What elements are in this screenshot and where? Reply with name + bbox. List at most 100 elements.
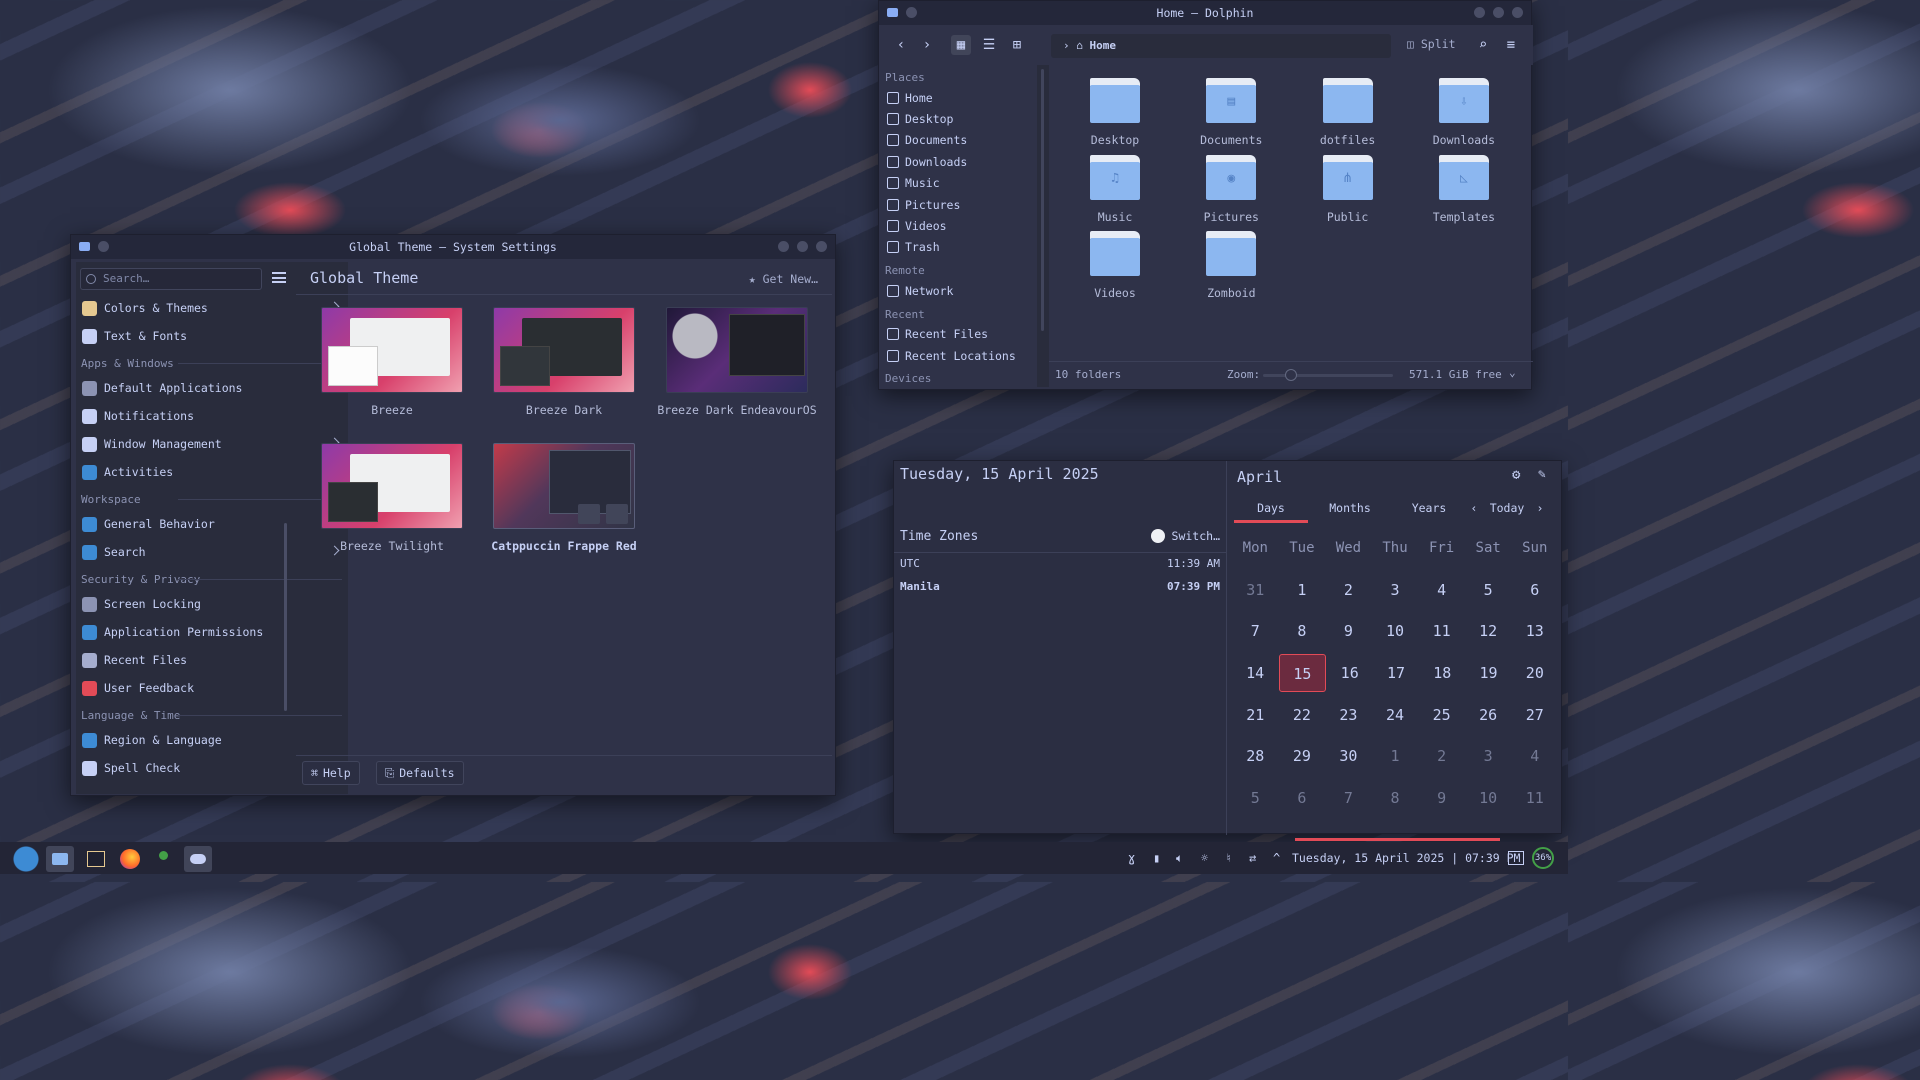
calendar-day[interactable]: 24 [1373,696,1418,734]
calendar-day[interactable]: 2 [1326,571,1371,609]
icons-view-button[interactable]: ▦ [951,35,971,55]
place-item[interactable]: Network [879,280,1037,301]
calendar-day[interactable]: 9 [1419,779,1464,817]
tab-months[interactable]: Months [1308,495,1392,523]
today-button[interactable]: Today [1482,495,1532,523]
calendar-day[interactable]: 6 [1512,571,1557,609]
terminal-icon[interactable] [82,846,110,872]
place-item[interactable]: Documents [879,130,1037,151]
place-item[interactable]: Recent Files [879,324,1037,345]
place-item[interactable]: Desktop [879,108,1037,129]
calendar-day[interactable]: 26 [1466,696,1511,734]
place-item[interactable]: Recent Locations [879,345,1037,366]
calendar-day[interactable]: 8 [1280,612,1325,650]
maximize-button[interactable] [1493,7,1504,18]
configure-icon[interactable]: ⚙ [1512,467,1520,483]
calendar-day[interactable]: 27 [1512,696,1557,734]
volume-icon[interactable]: 🔈︎ [1176,851,1183,866]
calendar-day[interactable]: 23 [1326,696,1371,734]
kde-connect-icon[interactable]: ɣ [1128,851,1135,865]
firefox-icon[interactable] [116,846,144,872]
minimize-button[interactable] [1474,7,1485,18]
theme-thumb-breeze-twilight[interactable] [321,443,463,529]
calendar-day[interactable]: 3 [1466,737,1511,775]
calendar-day[interactable]: 21 [1233,696,1278,734]
calendar-day[interactable]: 1 [1280,571,1325,609]
get-new-button[interactable]: ★ Get New… [749,272,818,286]
show-desktop-icon[interactable] [1508,851,1524,865]
joystick-icon[interactable] [150,846,178,872]
clipboard-icon[interactable]: ▮ [1153,851,1160,865]
previous-month-button[interactable]: ‹ [1466,495,1482,523]
calendar-day[interactable]: 20 [1513,654,1557,692]
calendar-day[interactable]: 29 [1280,737,1325,775]
theme-thumb-breeze-dark[interactable] [493,307,635,393]
folder-item[interactable]: Videos [1057,231,1173,300]
folder-item[interactable]: ⇩ Downloads [1406,78,1522,147]
zoom-slider[interactable] [1263,369,1393,381]
search-input[interactable]: Search… [80,268,262,290]
pin-icon[interactable]: ✎ [1538,467,1546,482]
breadcrumb-home[interactable]: Home [1090,39,1117,52]
folder-item[interactable]: dotfiles [1290,78,1406,147]
panel-splitter[interactable] [1037,65,1049,387]
settings-icon[interactable] [184,846,212,872]
calendar-day[interactable]: 5 [1233,779,1278,817]
calendar-day[interactable]: 4 [1419,571,1464,609]
calendar-day[interactable]: 31 [1233,571,1278,609]
calendar-day[interactable]: 11 [1419,612,1464,650]
calendar-day[interactable]: 4 [1512,737,1557,775]
close-button[interactable] [816,241,827,252]
calendar-day[interactable]: 11 [1512,779,1557,817]
clock[interactable]: Tuesday, 15 April 2025 | 07:39 PM [1292,851,1520,865]
folder-item[interactable]: Zomboid [1173,231,1289,300]
calendar-day[interactable]: 12 [1466,612,1511,650]
tab-days[interactable]: Days [1234,495,1308,523]
calendar-day[interactable]: 30 [1326,737,1371,775]
sidebar-scrollbar[interactable] [284,523,287,711]
pin-icon[interactable] [906,7,917,18]
calendar-day[interactable]: 19 [1466,654,1510,692]
breadcrumb[interactable]: › ⌂ Home [1051,34,1391,58]
place-item[interactable]: Home [879,87,1037,108]
calendar-day[interactable]: 3 [1373,571,1418,609]
settings-titlebar[interactable]: Global Theme — System Settings [71,235,835,259]
calendar-day[interactable]: 9 [1326,612,1371,650]
hamburger-menu-icon[interactable] [272,272,286,283]
zoom-slider-handle[interactable] [1285,369,1297,381]
folder-item[interactable]: ◺ Templates [1406,154,1522,224]
split-button[interactable]: ◫ Split [1407,37,1456,51]
calendar-day[interactable]: 17 [1374,654,1418,692]
calendar-day[interactable]: 25 [1419,696,1464,734]
calendar-day[interactable]: 1 [1373,737,1418,775]
place-item[interactable]: Trash [879,237,1037,258]
search-icon[interactable]: ⌕ [1473,35,1493,55]
defaults-button[interactable]: ⎘ Defaults [376,761,464,785]
calendar-day[interactable]: 6 [1280,779,1325,817]
calendar-day[interactable]: 28 [1233,737,1278,775]
delete-button[interactable] [606,504,628,524]
place-item[interactable]: Videos [879,215,1037,236]
place-item[interactable]: Music [879,173,1037,194]
chevron-down-icon[interactable]: ⌄ [1509,366,1516,379]
calendar-day[interactable]: 10 [1373,612,1418,650]
next-month-button[interactable]: › [1532,495,1548,523]
preview-button[interactable] [578,504,600,524]
calendar-day[interactable]: 10 [1466,779,1511,817]
calendar-day[interactable]: 18 [1420,654,1464,692]
help-button[interactable]: ⌘ Help [302,761,360,785]
folder-item[interactable]: ◉ Pictures [1173,154,1289,224]
theme-thumb-endeavouros[interactable] [666,307,808,393]
kde-launcher-icon[interactable] [12,846,40,872]
calendar-day[interactable]: 2 [1419,737,1464,775]
folder-item[interactable]: ♫ Music [1057,154,1173,224]
forward-button[interactable]: › [917,35,937,55]
calendar-day[interactable]: 16 [1328,654,1372,692]
hamburger-menu-icon[interactable]: ≡ [1501,35,1521,55]
brightness-icon[interactable]: ☼ [1201,851,1208,865]
folder-item[interactable]: ⋔ Public [1290,154,1406,224]
dolphin-titlebar[interactable]: Home — Dolphin [879,1,1531,25]
close-button[interactable] [1512,7,1523,18]
calendar-day[interactable]: 14 [1233,654,1277,692]
theme-thumb-catppuccin[interactable] [493,443,635,529]
